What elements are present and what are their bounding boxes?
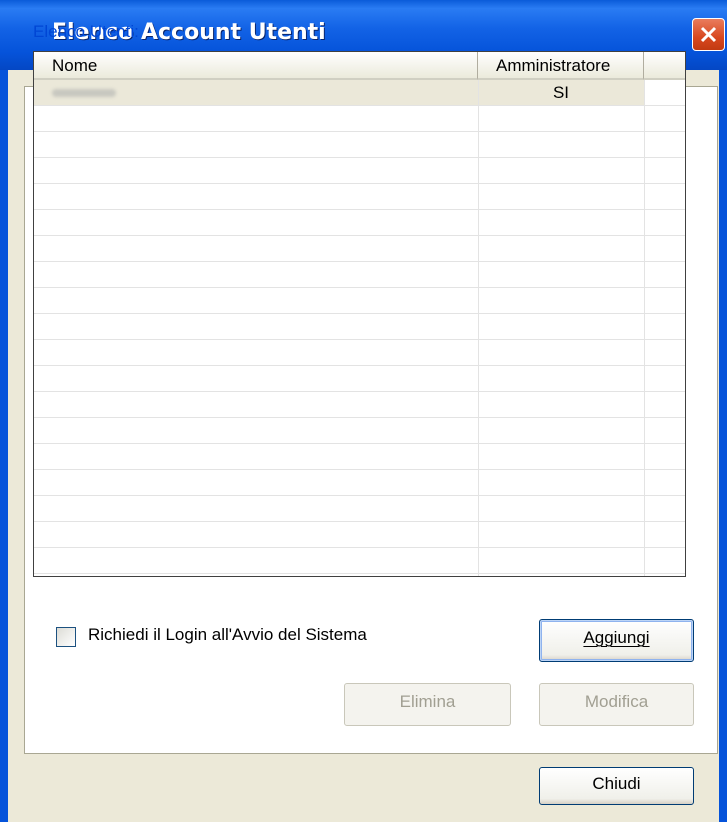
table-row-empty[interactable]	[34, 470, 685, 496]
aggiungi-button[interactable]: Aggiungi	[539, 619, 694, 662]
column-divider	[644, 80, 645, 576]
table-row-empty[interactable]	[34, 236, 685, 262]
column-header-amministratore-label: Amministratore	[496, 56, 611, 75]
column-header-amministratore[interactable]: Amministratore	[478, 52, 644, 80]
elimina-button-label: Elimina	[399, 692, 456, 711]
table-row-empty[interactable]	[34, 392, 685, 418]
modifica-button-label: Modifica	[584, 692, 649, 711]
table-row-empty[interactable]	[34, 210, 685, 236]
table-row-empty[interactable]	[34, 340, 685, 366]
table-row-empty[interactable]	[34, 132, 685, 158]
login-at-startup-checkbox[interactable]	[56, 627, 76, 647]
table-row-empty[interactable]	[34, 548, 685, 574]
table-row-empty[interactable]	[34, 158, 685, 184]
elimina-button[interactable]: Elimina	[344, 683, 511, 726]
table-row-empty[interactable]	[34, 522, 685, 548]
table-row-empty[interactable]	[34, 262, 685, 288]
table-row-empty[interactable]	[34, 444, 685, 470]
table-row-empty[interactable]	[34, 314, 685, 340]
close-x-icon	[700, 26, 717, 43]
column-header-nome[interactable]: Nome	[34, 52, 478, 80]
user-list-table[interactable]: Nome Amministratore SI	[33, 51, 686, 577]
table-row-empty[interactable]	[34, 418, 685, 444]
user-list-label: Elenco Utenti:	[33, 22, 139, 41]
chiudi-button-label: Chiudi	[592, 774, 641, 793]
table-row-empty[interactable]	[34, 366, 685, 392]
table-row-empty[interactable]	[34, 288, 685, 314]
table-row-empty[interactable]	[34, 184, 685, 210]
column-header-nome-label: Nome	[52, 56, 98, 75]
close-button[interactable]	[692, 18, 725, 51]
table-row[interactable]: SI	[34, 80, 685, 106]
table-row-empty[interactable]	[34, 106, 685, 132]
aggiungi-button-label: Aggiungi	[583, 628, 650, 647]
chiudi-button[interactable]: Chiudi	[539, 767, 694, 805]
row-tail-filler	[644, 80, 685, 105]
modifica-button[interactable]: Modifica	[539, 683, 694, 726]
cell-administrator: SI	[552, 83, 570, 102]
window-frame-left	[0, 70, 8, 822]
user-name-blurred	[52, 89, 116, 97]
table-row-empty[interactable]	[34, 496, 685, 522]
login-at-startup-label[interactable]: Richiedi il Login all'Avvio del Sistema	[88, 625, 367, 645]
column-header-filler	[644, 52, 685, 80]
column-divider	[478, 80, 479, 576]
window-frame-right	[719, 70, 727, 822]
